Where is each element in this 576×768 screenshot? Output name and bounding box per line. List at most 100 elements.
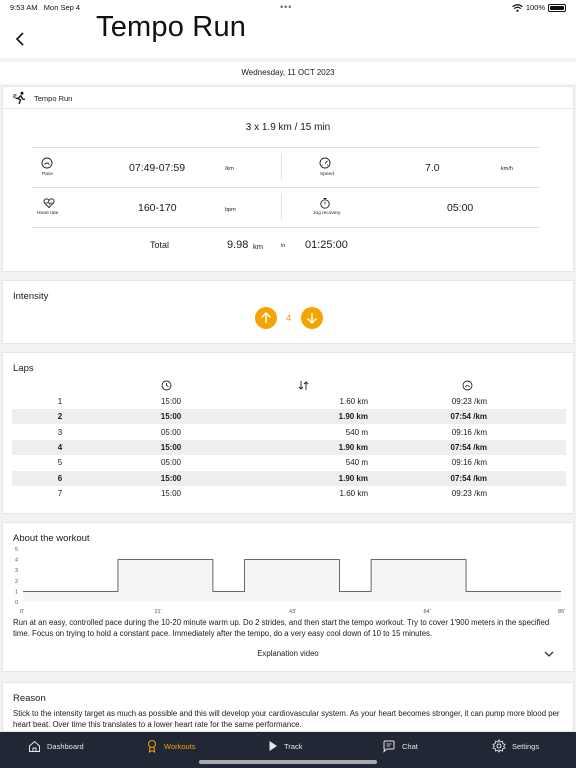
lap-number: 1: [57, 397, 63, 406]
explanation-video-label[interactable]: Explanation video: [3, 649, 573, 658]
jog-recovery-label: Jog recovery: [313, 211, 341, 216]
gauge-icon: [41, 157, 53, 169]
table-row: 7 15:00 1.60 km 09:23 /km: [12, 486, 566, 501]
lap-number: 7: [57, 488, 63, 498]
lap-pace: 07:54 /km: [450, 442, 487, 452]
lap-time: 15:00: [160, 412, 182, 422]
table-row: 5 05:00 540 m 09:16 /km: [12, 455, 566, 470]
intensity-chart: 0 1 2 3 4 5 0' 21' 43' 64' 85': [15, 547, 565, 615]
x-tick-label: 85': [558, 609, 565, 615]
lap-distance: 1.60 km: [339, 397, 368, 406]
y-tick-label: 4: [15, 558, 18, 564]
reason-title: Reason: [13, 693, 46, 704]
lap-time: 05:00: [160, 427, 182, 437]
heart-rate-label: Heart rate: [37, 211, 59, 216]
divider: [281, 194, 282, 220]
y-tick-label: 1: [15, 589, 18, 595]
lap-distance: 540 m: [345, 458, 368, 468]
divider: [3, 108, 573, 109]
chat-icon: [383, 740, 395, 753]
total-in-label: in: [281, 243, 286, 249]
about-title: About the workout: [13, 533, 90, 544]
divider: [31, 187, 539, 188]
lap-number: 5: [57, 458, 63, 468]
lap-distance: 1.90 km: [338, 412, 368, 422]
tab-dashboard[interactable]: Dashboard: [28, 732, 84, 760]
tab-workouts[interactable]: Workouts: [146, 732, 196, 760]
chart-area: [23, 559, 561, 602]
lap-pace: 09:16 /km: [451, 458, 487, 468]
lap-number: 2: [57, 412, 63, 422]
chevron-left-icon: [15, 32, 24, 46]
date-bar: Wednesday, 11 OCT 2023: [0, 62, 576, 84]
divider: [31, 227, 539, 228]
x-tick-label: 21': [155, 609, 162, 615]
about-card: About the workout 0 1 2 3 4 5 0' 21' 43' 64' 85' R…: [2, 522, 574, 672]
table-row: 3 05:00 540 m 09:16 /km: [12, 425, 566, 440]
table-row: 6 15:00 1.90 km 07:54 /km: [12, 470, 566, 486]
x-tick-label: 64': [424, 609, 431, 615]
speed-value: 7.0: [425, 162, 440, 174]
status-time: 9:53 AM Mon Sep 4: [10, 3, 81, 12]
lap-pace: 07:54 /km: [450, 412, 487, 422]
pace-unit: /km: [225, 166, 234, 172]
gauge-icon: [462, 380, 473, 391]
x-tick-label: 0': [20, 609, 24, 615]
lap-pace: 09:23 /km: [451, 488, 487, 498]
home-indicator: [199, 760, 377, 764]
pace-label: Pace: [42, 172, 53, 177]
arrow-down-icon: [306, 313, 318, 325]
total-distance-unit: km: [253, 242, 263, 251]
reason-card: Reason Stick to the intensity target as …: [2, 682, 574, 732]
reason-text: Stick to the intensity target as much as…: [13, 709, 560, 729]
intensity-increase-button[interactable]: [255, 307, 277, 329]
lap-distance: 1.60 km: [339, 488, 368, 498]
gear-icon: [492, 739, 506, 753]
lap-pace: 09:16 /km: [451, 427, 487, 437]
arrow-up-icon: [260, 311, 272, 323]
tab-settings[interactable]: Settings: [492, 732, 539, 760]
tab-chat[interactable]: Chat: [382, 732, 418, 760]
intensity-value: 4: [286, 313, 292, 324]
lap-time: 15:00: [160, 397, 182, 406]
workout-reps: 3 x 1.9 km / 15 min: [245, 122, 331, 133]
clock-icon: [161, 380, 172, 391]
lap-number: 4: [57, 442, 63, 452]
back-button[interactable]: [12, 30, 30, 48]
lap-time: 15:00: [160, 488, 182, 498]
chevron-down-icon[interactable]: [543, 649, 555, 659]
laps-card: Laps 1 15:00 1.60 km 09:23 /km 2 15:00 1.90 km…: [2, 352, 574, 514]
pace-value: 07:49-07:59: [129, 162, 186, 174]
page-title: Tempo Run: [96, 11, 247, 43]
stopwatch-icon: [320, 198, 330, 209]
y-tick-label: 3: [15, 568, 18, 574]
lap-pace: 09:23 /km: [451, 397, 487, 406]
x-tick-label: 43': [289, 609, 296, 615]
intensity-title: Intensity: [13, 291, 49, 302]
workout-summary-card: Tempo Run 3 x 1.9 km / 15 min Pace 07:49…: [2, 86, 574, 272]
total-label: Total: [150, 240, 170, 250]
lap-time: 15:00: [160, 442, 182, 452]
lap-number: 3: [57, 427, 63, 437]
lap-time: 05:00: [160, 458, 182, 468]
multitask-dots[interactable]: •••: [280, 2, 292, 12]
intensity-decrease-button[interactable]: [301, 307, 323, 329]
workout-description: Run at an easy, controlled pace during t…: [13, 618, 550, 638]
medal-icon: [148, 740, 156, 753]
lap-number: 6: [57, 473, 63, 483]
home-icon: [29, 740, 40, 752]
laps-title: Laps: [13, 363, 34, 374]
wifi-icon: [511, 3, 523, 12]
heart-rate-value: 160-170: [138, 202, 177, 214]
runner-icon: [13, 91, 26, 105]
play-icon: [269, 741, 277, 751]
heart-rate-icon: [43, 198, 55, 209]
tab-track[interactable]: Track: [268, 732, 302, 760]
total-time: 01:25:00: [305, 239, 348, 251]
lap-time: 15:00: [160, 473, 182, 483]
lap-distance: 1.90 km: [338, 442, 368, 452]
y-tick-label: 0: [15, 600, 18, 606]
table-row: 2 15:00 1.90 km 07:54 /km: [12, 409, 566, 425]
lap-distance: 1.90 km: [338, 473, 368, 483]
y-tick-label: 5: [15, 547, 18, 553]
